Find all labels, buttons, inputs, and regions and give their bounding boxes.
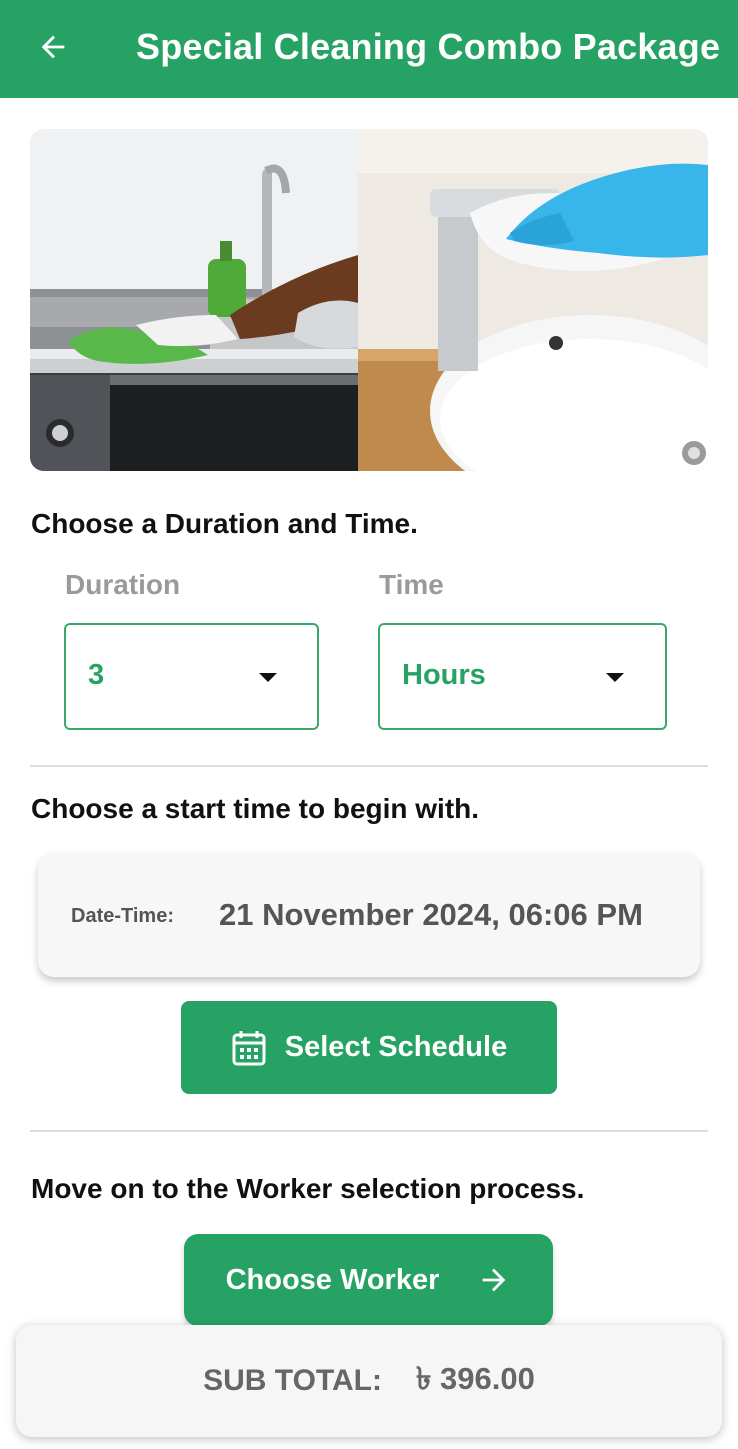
subtotal-amount: ৳ 396.00 xyxy=(416,1361,535,1396)
caret-down-icon xyxy=(606,673,624,682)
select-schedule-label: Select Schedule xyxy=(284,1031,508,1063)
divider xyxy=(30,1130,708,1132)
datetime-value: 21 November 2024, 06:06 PM xyxy=(219,897,643,932)
choose-worker-label: Choose Worker xyxy=(225,1263,440,1296)
caret-down-icon xyxy=(259,673,277,682)
arrow-right-icon xyxy=(477,1263,511,1297)
time-label: Time xyxy=(379,569,444,600)
duration-label: Duration xyxy=(65,569,181,600)
duration-dropdown[interactable]: 3 xyxy=(64,623,319,730)
divider xyxy=(30,765,708,767)
back-button[interactable] xyxy=(32,26,74,68)
duration-section-heading: Choose a Duration and Time. xyxy=(31,508,418,539)
duration-value: 3 xyxy=(88,659,105,691)
select-schedule-button[interactable]: Select Schedule xyxy=(181,1001,557,1094)
choose-worker-button[interactable]: Choose Worker xyxy=(184,1234,553,1326)
bathroom-cleaning-image xyxy=(358,129,708,471)
package-hero-image xyxy=(30,129,708,471)
arrow-left-icon xyxy=(41,35,65,59)
calendar-icon xyxy=(231,1029,267,1067)
subtotal-label: SUB TOTAL: xyxy=(203,1364,382,1397)
datetime-display: Date-Time: 21 November 2024, 06:06 PM xyxy=(38,853,700,977)
subtotal-bar: SUB TOTAL: ৳ 396.00 xyxy=(16,1325,722,1437)
page-title: Special Cleaning Combo Package xyxy=(136,26,721,67)
app-bar: Special Cleaning Combo Package xyxy=(0,0,738,98)
time-unit-dropdown[interactable]: Hours xyxy=(378,623,667,730)
kitchen-cleaning-image xyxy=(30,129,358,471)
schedule-section-heading: Choose a start time to begin with. xyxy=(31,793,480,824)
time-unit-value: Hours xyxy=(402,659,486,691)
datetime-label: Date-Time: xyxy=(71,905,174,927)
worker-section-heading: Move on to the Worker selection process. xyxy=(31,1173,585,1204)
